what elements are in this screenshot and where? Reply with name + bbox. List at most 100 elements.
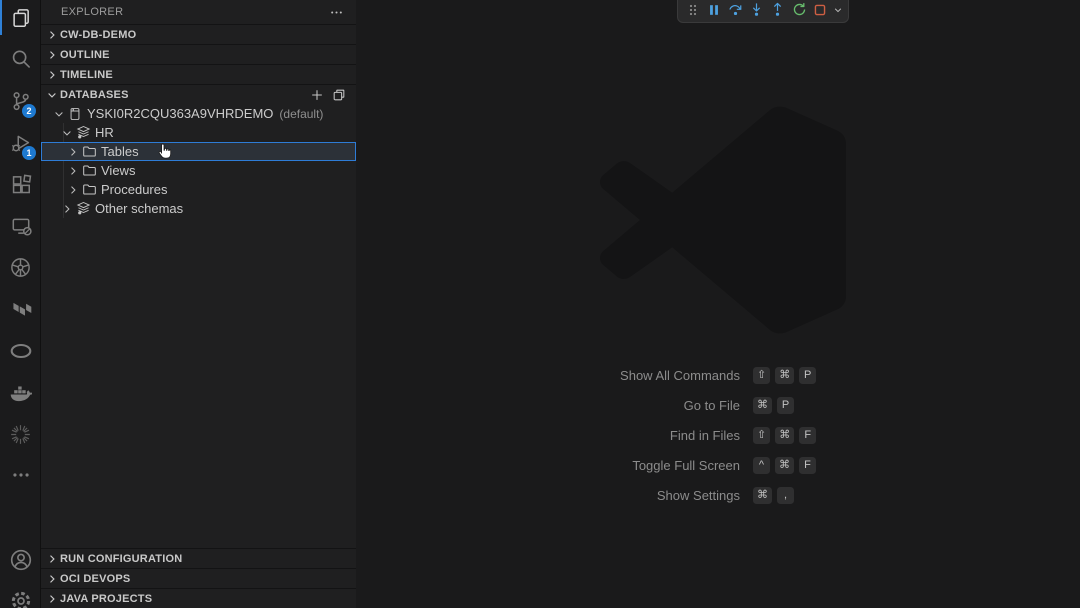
- schema-name: HR: [95, 125, 114, 140]
- activity-run-debug-button[interactable]: 1: [0, 123, 41, 163]
- shortcut-keys: ⇧ ⌘ F: [748, 427, 956, 444]
- files-icon: [10, 7, 32, 29]
- key-letter: F: [799, 457, 816, 474]
- chevron-right-icon: [44, 573, 60, 585]
- sidebar-title: EXPLORER: [61, 6, 123, 18]
- windows-icon: [332, 88, 346, 102]
- folder-icon: [81, 144, 97, 159]
- docker-icon: [9, 381, 32, 404]
- section-java-projects[interactable]: JAVA PROJECTS: [41, 588, 356, 608]
- key-letter: F: [799, 427, 816, 444]
- shortcut-label: Show Settings: [396, 488, 740, 503]
- section-label: CW-DB-DEMO: [60, 29, 136, 41]
- activity-search-button[interactable]: [0, 39, 41, 79]
- shortcut-row: Go to File ⌘ P: [396, 390, 956, 420]
- section-oci-devops[interactable]: OCI DEVOPS: [41, 568, 356, 588]
- key-cmd: ⌘: [775, 427, 794, 444]
- folder-name: Views: [101, 163, 135, 178]
- step-into-icon: [749, 2, 764, 17]
- sidebar-header: EXPLORER: [41, 0, 356, 24]
- chevron-right-icon[interactable]: [59, 203, 75, 215]
- views-more-actions-button[interactable]: [329, 5, 344, 20]
- shortcut-label: Toggle Full Screen: [396, 458, 740, 473]
- activity-terraform-button[interactable]: [0, 289, 41, 329]
- debug-step-into-button[interactable]: [746, 0, 767, 20]
- accounts-button[interactable]: [0, 540, 41, 580]
- sunburst-icon: [9, 423, 32, 446]
- section-timeline[interactable]: TIMELINE: [41, 64, 356, 84]
- chevron-right-icon: [44, 593, 60, 605]
- shortcut-label: Go to File: [396, 398, 740, 413]
- databases-actions: [310, 88, 356, 102]
- activity-sunburst-button[interactable]: [0, 414, 41, 454]
- shortcut-keys: ⇧ ⌘ P: [748, 367, 956, 384]
- tree-item-other-schemas[interactable]: Other schemas: [41, 199, 356, 218]
- terraform-icon: [10, 298, 32, 320]
- account-icon: [9, 548, 33, 572]
- settings-button[interactable]: [0, 581, 41, 608]
- chevron-right-icon[interactable]: [65, 146, 81, 158]
- debug-stop-button[interactable]: [810, 0, 831, 20]
- gear-icon: [9, 589, 33, 608]
- activity-docker-button[interactable]: [0, 372, 41, 412]
- section-label: OUTLINE: [60, 49, 110, 61]
- key-shift: ⇧: [753, 427, 770, 444]
- debug-step-out-button[interactable]: [767, 0, 788, 20]
- key-letter: P: [799, 367, 816, 384]
- debug-restart-button[interactable]: [788, 0, 809, 20]
- activity-more-button[interactable]: [0, 455, 41, 495]
- tree-item-views[interactable]: Views: [41, 161, 356, 180]
- folder-name: Tables: [101, 144, 139, 159]
- activity-remote-explorer-button[interactable]: [0, 206, 41, 246]
- section-outline[interactable]: OUTLINE: [41, 44, 356, 64]
- vscode-logo-watermark: [600, 106, 846, 334]
- chevron-right-icon[interactable]: [65, 165, 81, 177]
- tree-item-connection[interactable]: YSKI0R2CQU363A9VHRDEMO (default): [41, 104, 356, 123]
- watermark-shortcuts: Show All Commands ⇧ ⌘ P Go to File ⌘ P F…: [396, 360, 956, 510]
- key-cmd: ⌘: [775, 457, 794, 474]
- shortcut-row: Show Settings ⌘ ,: [396, 480, 956, 510]
- activity-kubernetes-button[interactable]: [0, 247, 41, 287]
- shortcut-label: Find in Files: [396, 428, 740, 443]
- key-cmd: ⌘: [753, 397, 772, 414]
- stop-icon: [813, 3, 827, 17]
- pause-icon: [707, 3, 721, 17]
- activity-explorer-button[interactable]: [0, 0, 41, 35]
- section-label: DATABASES: [60, 89, 129, 101]
- connection-name: YSKI0R2CQU363A9VHRDEMO: [87, 106, 273, 121]
- plus-icon: [310, 88, 324, 102]
- folder-icon: [81, 182, 97, 197]
- explorer-sidebar: EXPLORER CW-DB-DEMO OUTLINE TIMELINE: [41, 0, 356, 608]
- section-run-configuration[interactable]: RUN CONFIGURATION: [41, 548, 356, 568]
- section-databases[interactable]: DATABASES: [41, 84, 356, 104]
- tree-item-tables[interactable]: Tables: [41, 142, 356, 161]
- activity-source-control-button[interactable]: 2: [0, 81, 41, 121]
- tree-item-hr-schema[interactable]: HR: [41, 123, 356, 142]
- chevron-right-icon: [44, 29, 60, 41]
- shortcut-keys: ⌘ ,: [748, 487, 956, 504]
- debug-pause-button[interactable]: [703, 0, 724, 20]
- section-cw-db-demo[interactable]: CW-DB-DEMO: [41, 24, 356, 44]
- remote-explorer-icon: [10, 215, 32, 237]
- oracle-icon: [9, 339, 33, 363]
- step-over-icon: [728, 2, 743, 17]
- debug-step-over-button[interactable]: [725, 0, 746, 20]
- run-debug-badge: 1: [22, 146, 36, 160]
- open-new-window-button[interactable]: [332, 88, 346, 102]
- debug-stop-dropdown-button[interactable]: [831, 0, 844, 20]
- database-tree: YSKI0R2CQU363A9VHRDEMO (default) HR: [41, 104, 356, 218]
- chevron-right-icon: [44, 69, 60, 81]
- shortcut-keys: ^ ⌘ F: [748, 457, 956, 474]
- restart-icon: [792, 2, 807, 17]
- chevron-down-icon[interactable]: [51, 108, 67, 120]
- key-letter: P: [777, 397, 794, 414]
- activity-extensions-button[interactable]: [0, 164, 41, 204]
- step-out-icon: [770, 2, 785, 17]
- activity-oracle-button[interactable]: [0, 331, 41, 371]
- kubernetes-icon: [9, 256, 32, 279]
- add-connection-button[interactable]: [310, 88, 324, 102]
- debug-toolbar-drag-handle[interactable]: [682, 0, 703, 20]
- tree-item-procedures[interactable]: Procedures: [41, 180, 356, 199]
- chevron-down-icon[interactable]: [59, 127, 75, 139]
- chevron-right-icon[interactable]: [65, 184, 81, 196]
